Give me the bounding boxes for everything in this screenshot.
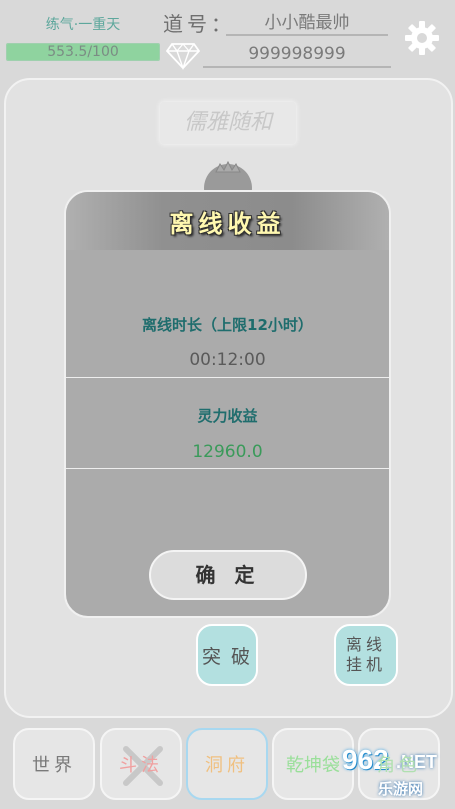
tab-role-label: 角色 [377,755,421,776]
offline-duration-value: 00:12:00 [189,350,266,370]
tab-world-label: 世界 [32,755,76,776]
reward-value: 12960.0 [192,442,263,462]
reward-label: 灵力收益 [197,407,258,425]
confirm-button[interactable]: 确 定 [149,550,307,600]
offline-reward-dialog: 离线收益 离线时长（上限12小时） 00:12:00 灵力收益 12960.0 … [64,190,391,618]
divider [66,468,389,469]
tab-qiankun-label: 乾坤袋 [286,755,340,776]
tab-cave-label: 洞府 [205,755,249,776]
dialog-title: 离线收益 [169,210,286,238]
dialog-header: 离线收益 [66,192,389,250]
watermark-site: 乐游网 [378,780,424,798]
divider [66,377,389,378]
offline-duration-label: 离线时长（上限12小时） [142,316,313,334]
tab-battle-label: 斗法 [119,755,163,776]
